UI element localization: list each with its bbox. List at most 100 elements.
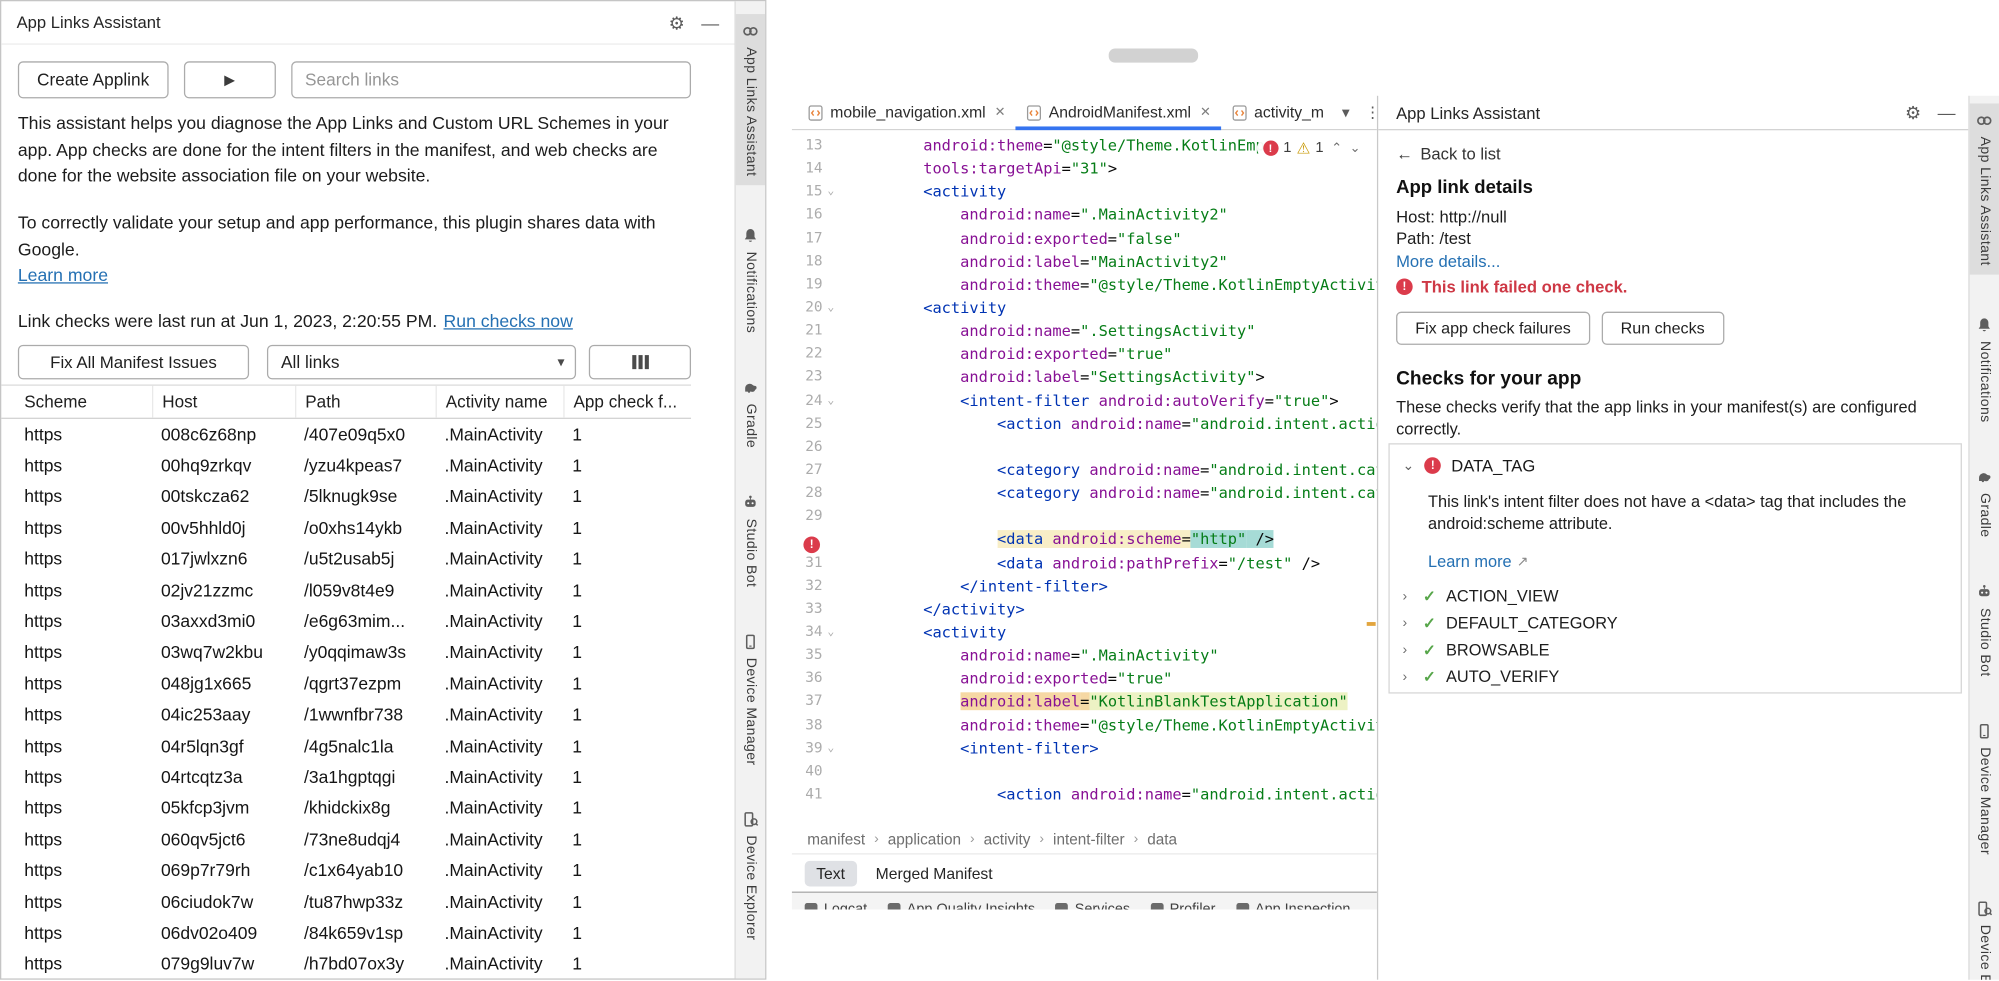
table-row[interactable]: https02jv21zzmc/l059v8t4e9.MainActivity1 xyxy=(1,575,691,606)
table-row[interactable]: https048jg1x665/qgrt37ezpm.MainActivity1 xyxy=(1,668,691,699)
breadcrumb-item[interactable]: data xyxy=(1147,830,1177,848)
fix-all-manifest-issues-button[interactable]: Fix All Manifest Issues xyxy=(18,345,249,379)
host-line: Host: http://null xyxy=(1396,207,1507,226)
table-cell: https xyxy=(1,793,152,824)
table-row[interactable]: https05kfcp3jvm/khidckix8g.MainActivity1 xyxy=(1,793,691,824)
chevron-right-icon: › xyxy=(1402,588,1412,603)
previous-issue-icon[interactable]: ⌃ xyxy=(1331,141,1342,155)
breadcrumb-item[interactable]: manifest xyxy=(807,830,865,848)
breadcrumb-item[interactable]: intent-filter xyxy=(1053,830,1125,848)
editor-tab-AndroidManifest.xml[interactable]: AndroidManifest.xml ✕ xyxy=(1016,96,1221,129)
tool-strip-item-app-links-assistant[interactable]: App Links Assistant xyxy=(736,14,765,185)
tool-strip-item-notifications[interactable]: Notifications xyxy=(1970,308,1999,432)
table-row[interactable]: https069p7r79rh/c1x64yab10.MainActivity1 xyxy=(1,855,691,886)
check-item-data-tag[interactable]: ⌄ ! DATA_TAG xyxy=(1402,456,1535,475)
gear-icon[interactable]: ⚙ xyxy=(1905,103,1921,121)
code-editor[interactable]: 13 android:theme="@style/Theme.KotlinEmp… xyxy=(792,130,1377,824)
column-settings-button[interactable] xyxy=(589,345,691,379)
table-row[interactable]: https00hq9zrkqv/yzu4kpeas7.MainActivity1 xyxy=(1,450,691,481)
line-number: 27 xyxy=(792,459,823,482)
editor-tab-mobile_navigation.xml[interactable]: mobile_navigation.xml✕ xyxy=(797,96,1015,129)
check-item-browsable[interactable]: ›✓BROWSABLE xyxy=(1402,636,1617,663)
code-text: <activity xyxy=(839,621,1006,644)
tool-strip-item-studio-bot[interactable]: Studio Bot xyxy=(1970,574,1999,685)
search-links-input[interactable] xyxy=(291,61,691,98)
create-applink-button[interactable]: Create Applink xyxy=(18,61,168,98)
check-item-action_view[interactable]: ›✓ACTION_VIEW xyxy=(1402,582,1617,609)
table-row[interactable]: https03axxd3mi0/e6g63mim....MainActivity… xyxy=(1,606,691,637)
table-row[interactable]: https079g9luv7w/h7bd07ox3y.MainActivity1 xyxy=(1,949,691,980)
table-row[interactable]: https06ciudok7w/tu87hwp33z.MainActivity1 xyxy=(1,886,691,917)
bottom-bar-item-services[interactable]: Services xyxy=(1056,902,1131,910)
fold-marker-icon[interactable]: ⌄ xyxy=(823,621,840,644)
checks-panel: ⌄ ! DATA_TAG This link's intent filter d… xyxy=(1388,443,1962,693)
column-header-path[interactable]: Path xyxy=(295,386,436,418)
next-issue-icon[interactable]: ⌄ xyxy=(1350,141,1361,155)
learn-more-link[interactable]: Learn more ↗ xyxy=(1428,552,1528,571)
tool-strip-item-notifications[interactable]: Notifications xyxy=(736,219,765,343)
table-row[interactable]: https06dv02o409/84k659v1sp.MainActivity1 xyxy=(1,917,691,948)
back-to-list-button[interactable]: ← Back to list xyxy=(1396,144,1501,163)
breadcrumb-item[interactable]: application xyxy=(888,830,961,848)
check-item-auto_verify[interactable]: ›✓AUTO_VERIFY xyxy=(1402,663,1617,690)
check-item-default_category[interactable]: ›✓DEFAULT_CATEGORY xyxy=(1402,609,1617,636)
bottom-bar-item-logcat[interactable]: Logcat xyxy=(805,902,867,910)
column-header-app-check[interactable]: App check f... xyxy=(563,386,691,418)
minimize-icon[interactable]: — xyxy=(1938,103,1956,121)
close-icon[interactable]: ✕ xyxy=(995,105,1006,119)
run-checks-now-link[interactable]: Run checks now xyxy=(444,312,573,331)
fold-marker-icon[interactable]: ⌄ xyxy=(823,296,840,319)
breadcrumb-item[interactable]: activity xyxy=(984,830,1031,848)
tool-strip-item-app-links-assistant[interactable]: App Links Assistant xyxy=(1970,103,1999,274)
bottom-tab-text[interactable]: Text xyxy=(805,860,857,886)
table-row[interactable]: https03wq7w2kbu/y0qqimaw3s.MainActivity1 xyxy=(1,637,691,668)
run-link-checks-button[interactable]: ▶ xyxy=(184,61,276,98)
tool-strip-item-device-explorer[interactable]: Device Explorer xyxy=(736,802,765,949)
hidden-tabs-chevron-icon[interactable]: ▾ xyxy=(1334,103,1357,121)
table-row[interactable]: https00v5hhld0j/o0xhs14ykb.MainActivity1 xyxy=(1,512,691,543)
table-cell: 008c6z68np xyxy=(152,419,295,450)
warning-stripe-mark[interactable] xyxy=(1367,622,1376,626)
line-number: 25 xyxy=(792,412,823,435)
bottom-bar-item-app-inspection[interactable]: App Inspection xyxy=(1236,902,1351,910)
table-row[interactable]: https04rtcqtz3a/3a1hgptqgi.MainActivity1 xyxy=(1,762,691,793)
fix-app-check-failures-button[interactable]: Fix app check failures xyxy=(1396,312,1590,345)
links-filter-dropdown[interactable]: All links ▾ xyxy=(267,345,576,379)
learn-more-link[interactable]: Learn more xyxy=(18,266,108,285)
table-row[interactable]: https017jwlxzn6/u5t2usab5j.MainActivity1 xyxy=(1,544,691,575)
tool-strip-item-device-manager[interactable]: Device Manager xyxy=(1970,713,1999,863)
bottom-bar-item-profiler[interactable]: Profiler xyxy=(1151,902,1216,910)
fold-marker-icon[interactable]: ⌄ xyxy=(823,180,840,203)
run-checks-button[interactable]: Run checks xyxy=(1601,312,1723,345)
tool-strip-item-gradle[interactable]: Gradle xyxy=(1970,460,1999,547)
inspection-widget[interactable]: ! 1 ⚠ 1 ⌃ ⌄ xyxy=(1256,139,1366,157)
bottom-tab-merged-manifest[interactable]: Merged Manifest xyxy=(864,860,1004,886)
tool-strip-item-gradle[interactable]: Gradle xyxy=(736,370,765,457)
tool-strip-item-device-manager[interactable]: Device Manager xyxy=(736,624,765,774)
code-text: <activity xyxy=(839,296,1006,319)
tool-strip-item-studio-bot[interactable]: Studio Bot xyxy=(736,485,765,596)
tool-strip-item-device-explorer[interactable]: Device Explorer xyxy=(1970,891,1999,979)
table-row[interactable]: https008c6z68np/407e09q5x0.MainActivity1 xyxy=(1,419,691,450)
table-row[interactable]: https060qv5jct6/73ne8udqj4.MainActivity1 xyxy=(1,824,691,855)
code-line: 34⌄ <activity xyxy=(792,621,1377,644)
code-text: android:label="MainActivity2" xyxy=(839,250,1228,273)
minimize-icon[interactable]: — xyxy=(701,13,719,31)
table-row[interactable]: https04ic253aay/1wwnfbr738.MainActivity1 xyxy=(1,699,691,730)
code-text: <intent-filter android:autoVerify="true"… xyxy=(839,389,1338,412)
table-cell: .MainActivity xyxy=(436,419,564,450)
column-header-host[interactable]: Host xyxy=(152,386,295,418)
fold-marker-icon[interactable]: ⌄ xyxy=(823,737,840,760)
fold-marker-icon[interactable]: ⌄ xyxy=(823,389,840,412)
gear-icon[interactable]: ⚙ xyxy=(669,13,685,31)
column-header-activity-name[interactable]: Activity name xyxy=(436,386,564,418)
table-row[interactable]: https04r5lqn3gf/4g5nalc1la.MainActivity1 xyxy=(1,730,691,761)
more-details-link[interactable]: More details... xyxy=(1396,252,1500,271)
table-row[interactable]: https00tskcza62/5lknugk9se.MainActivity1 xyxy=(1,481,691,512)
editor-tab-activity_m[interactable]: activity_m xyxy=(1221,96,1334,129)
external-link-icon: ↗ xyxy=(1517,553,1529,570)
tab-label: AndroidManifest.xml xyxy=(1049,103,1191,121)
close-icon[interactable]: ✕ xyxy=(1200,105,1211,119)
bottom-bar-item-app-quality-insights[interactable]: App Quality Insights xyxy=(888,902,1036,910)
column-header-scheme[interactable]: Scheme xyxy=(1,386,152,418)
